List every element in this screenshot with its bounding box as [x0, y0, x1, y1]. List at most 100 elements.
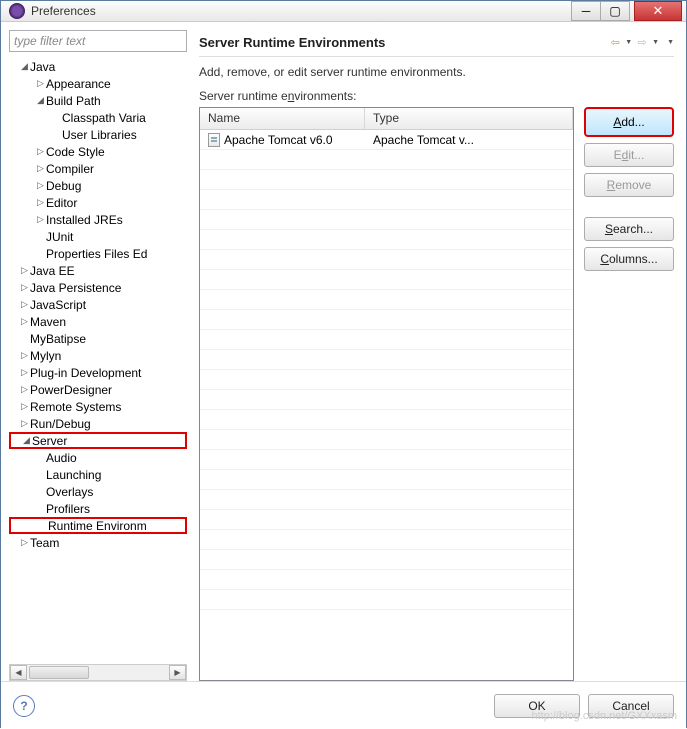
empty-row [200, 370, 573, 390]
empty-row [200, 410, 573, 430]
page-title: Server Runtime Environments [199, 35, 607, 50]
main-split: ◢Java ▷Appearance ◢Build Path Classpath … [1, 22, 686, 681]
empty-row [200, 510, 573, 530]
tree-item-user-libraries[interactable]: User Libraries [9, 126, 187, 143]
empty-row [200, 450, 573, 470]
scroll-left-icon[interactable]: ◀ [10, 665, 27, 680]
expand-icon: ▷ [19, 299, 30, 310]
scroll-right-icon[interactable]: ▶ [169, 665, 186, 680]
tree-item-debug[interactable]: ▷Debug [9, 177, 187, 194]
maximize-icon: ▢ [609, 4, 620, 18]
help-icon[interactable]: ? [13, 695, 35, 717]
page-header: Server Runtime Environments ⇦ ▼ ⇨ ▼ ▼ [199, 30, 674, 54]
maximize-button[interactable]: ▢ [600, 1, 630, 21]
tree-item-server[interactable]: ◢Server [9, 432, 187, 449]
app-icon [9, 3, 25, 19]
preferences-tree[interactable]: ◢Java ▷Appearance ◢Build Path Classpath … [9, 56, 187, 664]
table-body: Apache Tomcat v6.0 Apache Tomcat v... [200, 130, 573, 680]
tree-item-mybatipse[interactable]: MyBatipse [9, 330, 187, 347]
empty-row [200, 550, 573, 570]
expand-icon: ▷ [35, 146, 46, 157]
filter-input[interactable] [9, 30, 187, 52]
collapse-icon: ◢ [19, 61, 30, 72]
scroll-thumb[interactable] [29, 666, 89, 679]
column-type[interactable]: Type [365, 108, 573, 129]
tree-item-profilers[interactable]: Profilers [9, 500, 187, 517]
menu-dropdown-icon[interactable]: ▼ [667, 39, 674, 46]
minimize-button[interactable]: ─ [571, 1, 601, 21]
tree-item-run-debug[interactable]: ▷Run/Debug [9, 415, 187, 432]
cell-type: Apache Tomcat v... [365, 133, 573, 147]
table-label: Server runtime environments: [199, 89, 674, 103]
collapse-icon: ◢ [21, 435, 32, 446]
tree-item-overlays[interactable]: Overlays [9, 483, 187, 500]
tree-item-compiler[interactable]: ▷Compiler [9, 160, 187, 177]
header-divider [199, 56, 674, 57]
expand-icon: ▷ [19, 282, 30, 293]
page-description: Add, remove, or edit server runtime envi… [199, 65, 674, 79]
empty-row [200, 230, 573, 250]
forward-icon[interactable]: ⇨ [634, 34, 650, 50]
tree-item-launching[interactable]: Launching [9, 466, 187, 483]
tree-item-remote-systems[interactable]: ▷Remote Systems [9, 398, 187, 415]
tree-horizontal-scrollbar[interactable]: ◀ ▶ [9, 664, 187, 681]
tree-item-plugin-dev[interactable]: ▷Plug-in Development [9, 364, 187, 381]
tree-item-runtime-environments[interactable]: Runtime Environm [9, 517, 187, 534]
tree-item-java[interactable]: ◢Java [9, 58, 187, 75]
edit-button[interactable]: Edit... [584, 143, 674, 167]
collapse-icon: ◢ [35, 95, 46, 106]
table-header: Name Type [200, 108, 573, 130]
remove-button[interactable]: Remove [584, 173, 674, 197]
expand-icon: ▷ [35, 180, 46, 191]
close-button[interactable]: ✕ [634, 1, 682, 21]
empty-row [200, 190, 573, 210]
search-button[interactable]: Search... [584, 217, 674, 241]
tree-item-classpath-vars[interactable]: Classpath Varia [9, 109, 187, 126]
button-column: Add... Edit... Remove Search... Columns.… [584, 107, 674, 681]
expand-icon: ▷ [35, 214, 46, 225]
ok-button[interactable]: OK [494, 694, 580, 718]
runtime-table[interactable]: Name Type Apache Tomcat v6.0 Apache Tomc… [199, 107, 574, 681]
columns-button[interactable]: Columns... [584, 247, 674, 271]
preferences-window: Preferences ─ ▢ ✕ ◢Java ▷Appearance ◢Bui… [0, 0, 687, 728]
tree-item-javascript[interactable]: ▷JavaScript [9, 296, 187, 313]
cancel-button[interactable]: Cancel [588, 694, 674, 718]
nav-arrows: ⇦ ▼ ⇨ ▼ ▼ [607, 34, 674, 50]
expand-icon: ▷ [19, 367, 30, 378]
tree-wrap: ◢Java ▷Appearance ◢Build Path Classpath … [9, 56, 187, 664]
tree-item-java-ee[interactable]: ▷Java EE [9, 262, 187, 279]
tree-item-junit[interactable]: JUnit [9, 228, 187, 245]
expand-icon: ▷ [35, 163, 46, 174]
back-dropdown-icon[interactable]: ▼ [625, 39, 632, 46]
tree-item-audio[interactable]: Audio [9, 449, 187, 466]
tree-item-appearance[interactable]: ▷Appearance [9, 75, 187, 92]
empty-row [200, 530, 573, 550]
expand-icon: ▷ [35, 78, 46, 89]
tree-item-editor[interactable]: ▷Editor [9, 194, 187, 211]
expand-icon: ▷ [19, 316, 30, 327]
close-icon: ✕ [653, 3, 664, 19]
forward-dropdown-icon[interactable]: ▼ [652, 39, 659, 46]
titlebar[interactable]: Preferences ─ ▢ ✕ [1, 1, 686, 22]
tree-item-code-style[interactable]: ▷Code Style [9, 143, 187, 160]
tree-item-maven[interactable]: ▷Maven [9, 313, 187, 330]
expand-icon: ▷ [35, 197, 46, 208]
table-row[interactable]: Apache Tomcat v6.0 Apache Tomcat v... [200, 130, 573, 150]
add-button[interactable]: Add... [584, 107, 674, 137]
expand-icon: ▷ [19, 537, 30, 548]
tree-item-powerdesigner[interactable]: ▷PowerDesigner [9, 381, 187, 398]
server-icon [208, 133, 220, 147]
empty-row [200, 170, 573, 190]
tree-item-properties-files[interactable]: Properties Files Ed [9, 245, 187, 262]
dialog-footer: ? OK Cancel [1, 681, 686, 729]
tree-item-mylyn[interactable]: ▷Mylyn [9, 347, 187, 364]
expand-icon: ▷ [19, 350, 30, 361]
tree-item-java-persistence[interactable]: ▷Java Persistence [9, 279, 187, 296]
tree-item-build-path[interactable]: ◢Build Path [9, 92, 187, 109]
back-icon[interactable]: ⇦ [607, 34, 623, 50]
tree-item-team[interactable]: ▷Team [9, 534, 187, 551]
window-controls: ─ ▢ ✕ [571, 1, 682, 21]
column-name[interactable]: Name [200, 108, 365, 129]
expand-icon: ▷ [19, 265, 30, 276]
tree-item-installed-jres[interactable]: ▷Installed JREs [9, 211, 187, 228]
